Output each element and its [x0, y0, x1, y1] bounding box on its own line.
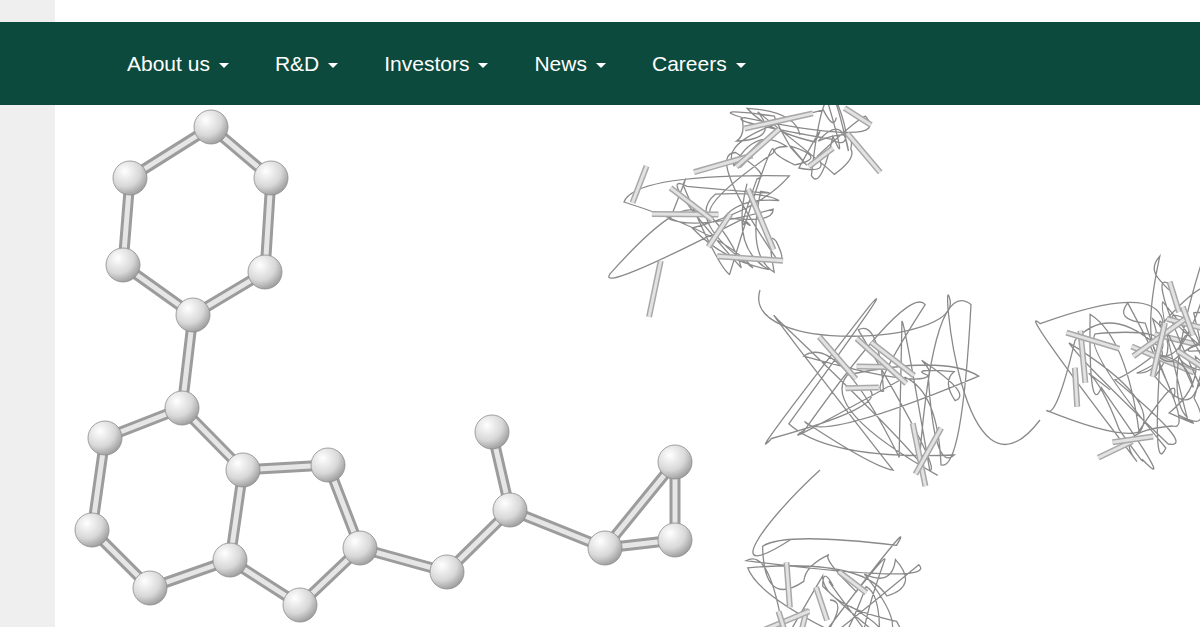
nav-item[interactable]: R&D [252, 44, 361, 84]
side-strip [0, 105, 55, 627]
hero-figure [55, 105, 1200, 627]
caret-icon[interactable] [596, 63, 606, 68]
hero-image [55, 105, 1200, 627]
caret-icon[interactable] [219, 63, 229, 68]
nav-label[interactable]: R&D [275, 52, 319, 76]
caret-icon[interactable] [328, 63, 338, 68]
caret-icon[interactable] [478, 63, 488, 68]
nav-label[interactable]: Careers [652, 52, 727, 76]
nav-item[interactable]: News [511, 44, 629, 84]
nav-item[interactable]: Careers [629, 44, 769, 84]
molecule-figure [75, 110, 692, 622]
protein-figure [609, 105, 1200, 627]
caret-icon[interactable] [736, 63, 746, 68]
nav-label[interactable]: News [534, 52, 587, 76]
nav-item[interactable]: About us [104, 44, 252, 84]
top-strip [0, 0, 1200, 22]
nav-label[interactable]: About us [127, 52, 210, 76]
nav-item[interactable]: Investors [361, 44, 511, 84]
nav-label[interactable]: Investors [384, 52, 469, 76]
nav-bar: About us R&D Investors News Careers [0, 22, 1200, 105]
